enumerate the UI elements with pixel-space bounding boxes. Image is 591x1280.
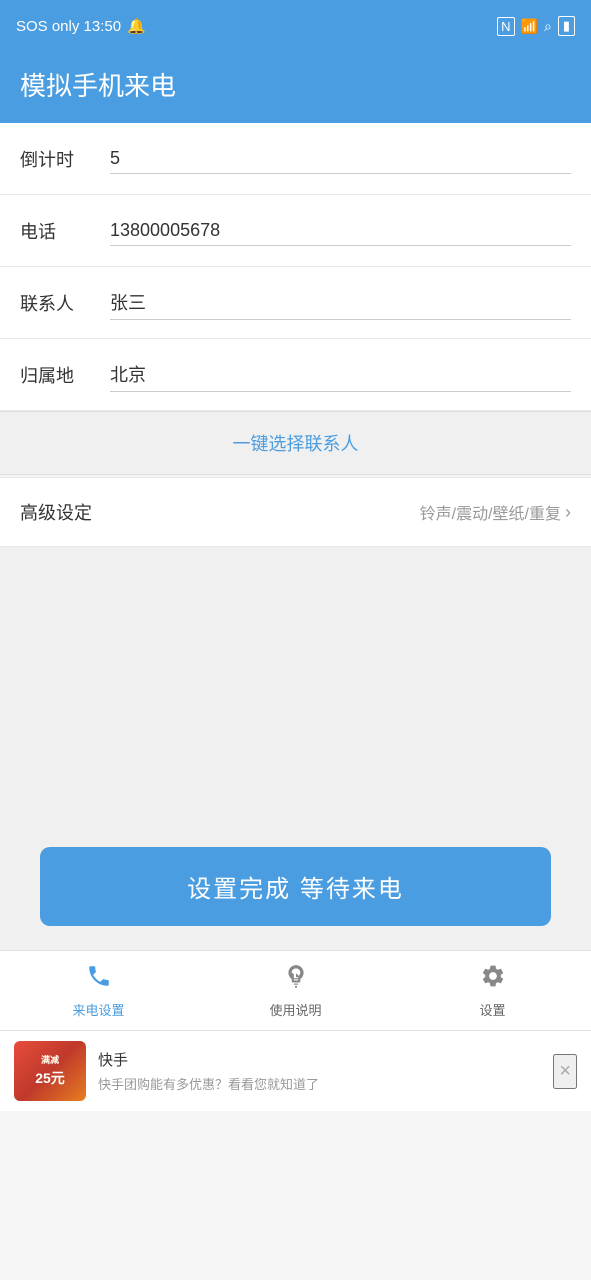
contact-label: 联系人 [20, 290, 100, 316]
gray-area [0, 547, 591, 827]
nav-label-instructions: 使用说明 [269, 1000, 321, 1019]
countdown-label: 倒计时 [20, 146, 100, 172]
advanced-value: 铃声/震动/壁纸/重复 › [420, 500, 571, 524]
contact-row: 联系人 张三 [0, 267, 591, 339]
wifi-icon: ⌕ [544, 18, 552, 35]
phone-input[interactable]: 13800005678 [110, 216, 571, 246]
status-right: N 📶 ⌕ ▮ [497, 16, 575, 36]
app-header: 模拟手机来电 [0, 52, 591, 123]
status-text: SOS only 13:50 [16, 18, 121, 35]
status-bar: SOS only 13:50 🔔 N 📶 ⌕ ▮ [0, 0, 591, 52]
form-section: 倒计时 5 电话 13800005678 联系人 张三 归属地 北京 [0, 123, 591, 411]
location-label: 归属地 [20, 362, 100, 388]
countdown-input[interactable]: 5 [110, 144, 571, 174]
advanced-row[interactable]: 高级设定 铃声/震动/壁纸/重复 › [0, 478, 591, 546]
nfc-icon: N [497, 17, 514, 36]
select-contact-button[interactable]: 一键选择联系人 [233, 430, 359, 456]
chevron-right-icon: › [565, 502, 571, 523]
nav-item-instructions[interactable]: 使用说明 [197, 963, 394, 1019]
advanced-label: 高级设定 [20, 499, 92, 525]
nav-label-incoming: 来电设置 [72, 1000, 124, 1019]
countdown-row: 倒计时 5 [0, 123, 591, 195]
bell-icon: 🔔 [127, 17, 146, 35]
phone-nav-icon [86, 963, 112, 996]
bottom-nav: 来电设置 使用说明 设置 [0, 950, 591, 1030]
gear-nav-icon [480, 963, 506, 996]
status-left: SOS only 13:50 🔔 [16, 17, 146, 35]
battery-icon: ▮ [558, 16, 575, 36]
select-contact-section: 一键选择联系人 [0, 411, 591, 475]
confirm-btn-area: 设置完成 等待来电 [0, 827, 591, 950]
ad-close-button[interactable]: × [553, 1054, 577, 1089]
bulb-nav-icon [283, 963, 309, 996]
nav-label-settings: 设置 [479, 1000, 505, 1019]
phone-label: 电话 [20, 218, 100, 244]
nav-item-incoming[interactable]: 来电设置 [0, 963, 197, 1019]
ad-app-name: 快手 [98, 1049, 541, 1070]
ad-thumb-content: 满减 25元 [35, 1055, 65, 1087]
contact-input[interactable]: 张三 [110, 285, 571, 320]
ad-description: 快手团购能有多优惠？看看您就知道了 [98, 1074, 541, 1093]
confirm-button[interactable]: 设置完成 等待来电 [40, 847, 551, 926]
signal-icon: 📶 [521, 18, 538, 35]
ad-thumbnail: 满减 25元 [14, 1041, 86, 1101]
nav-item-settings[interactable]: 设置 [394, 963, 591, 1019]
app-title: 模拟手机来电 [20, 66, 571, 103]
location-row: 归属地 北京 [0, 339, 591, 411]
advanced-section: 高级设定 铃声/震动/壁纸/重复 › [0, 477, 591, 547]
ad-content: 快手 快手团购能有多优惠？看看您就知道了 [98, 1049, 541, 1093]
phone-row: 电话 13800005678 [0, 195, 591, 267]
location-input[interactable]: 北京 [110, 357, 571, 392]
ad-banner: 满减 25元 快手 快手团购能有多优惠？看看您就知道了 × [0, 1030, 591, 1111]
